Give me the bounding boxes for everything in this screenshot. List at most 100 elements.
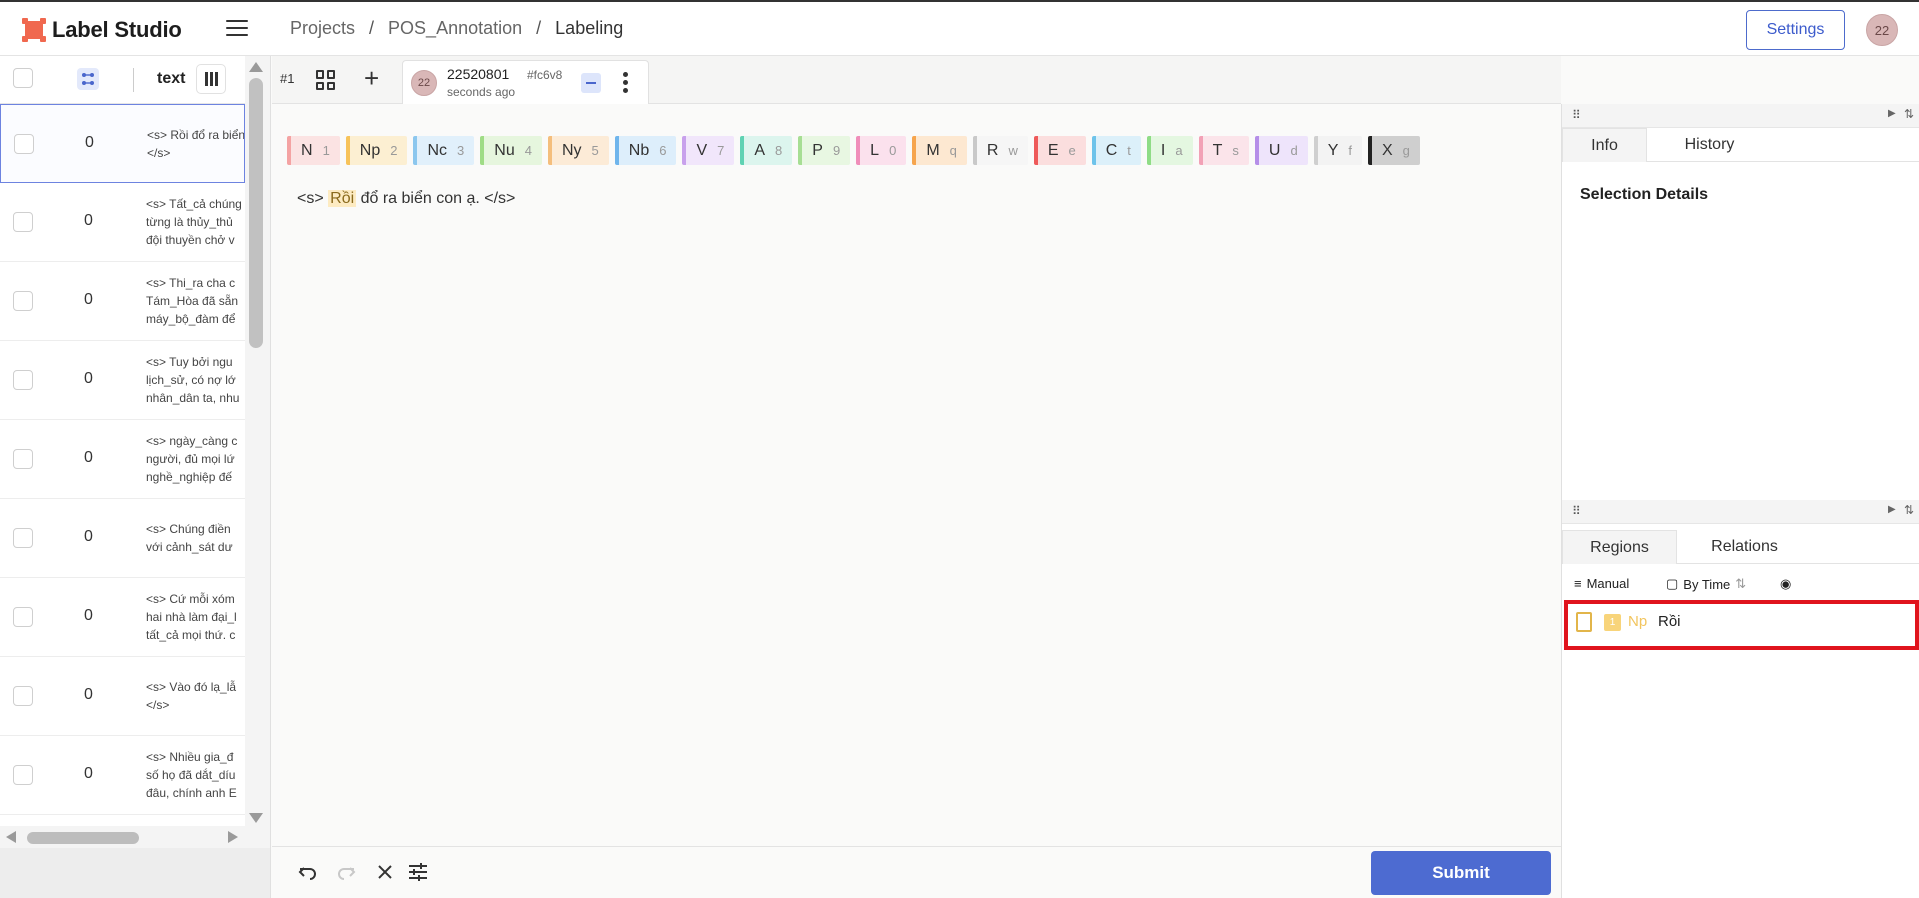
region-index: 1 xyxy=(1604,614,1621,631)
label-button-e[interactable]: Ee xyxy=(1033,136,1086,165)
user-avatar[interactable]: 22 xyxy=(1866,14,1898,46)
task-checkbox[interactable] xyxy=(13,528,33,548)
label-button-n[interactable]: N1 xyxy=(287,136,340,165)
drag-handle-icon[interactable]: ⠿ xyxy=(1572,504,1581,518)
task-list-header: text xyxy=(0,56,245,104)
task-annotation-count: 0 xyxy=(84,528,93,545)
tab-regions[interactable]: Regions xyxy=(1562,530,1677,564)
annotation-mode-icon[interactable] xyxy=(581,73,601,93)
label-studio-logo-icon xyxy=(22,18,46,42)
sort-by-time-button[interactable]: ▢ By Time ⇅ xyxy=(1666,576,1746,592)
right-sidebar: ⠿ ▶ ⇅ Info History Selection Details ⠿ ▶… xyxy=(1561,104,1919,898)
label-button-v[interactable]: V7 xyxy=(682,136,735,165)
select-all-checkbox[interactable] xyxy=(13,68,33,88)
regions-panel-handle[interactable]: ⠿ ▶ ⇅ xyxy=(1562,500,1919,524)
task-checkbox[interactable] xyxy=(14,134,34,154)
tab-info[interactable]: Info xyxy=(1562,128,1647,162)
label-hotkey: 1 xyxy=(322,143,330,158)
task-checkbox[interactable] xyxy=(13,212,33,232)
task-row[interactable]: 0 <s> Cứ mỗi xóm hai nhà làm đại_l tất_cả… xyxy=(0,578,245,657)
vertical-scrollbar[interactable] xyxy=(245,56,270,826)
submit-button[interactable]: Submit xyxy=(1371,851,1551,895)
label-button-a[interactable]: A8 xyxy=(740,136,793,165)
scroll-left-icon[interactable] xyxy=(6,831,16,843)
app-logo[interactable]: Label Studio xyxy=(22,17,182,43)
task-text: <s> Cứ mỗi xóm hai nhà làm đại_l tất_cả … xyxy=(146,592,237,642)
task-checkbox[interactable] xyxy=(13,765,33,785)
label-button-u[interactable]: Ud xyxy=(1254,136,1308,165)
label-name: I xyxy=(1160,141,1166,159)
highlighted-region[interactable]: Rồi xyxy=(328,190,357,207)
scroll-up-icon[interactable] xyxy=(249,62,263,72)
horizontal-scrollbar[interactable] xyxy=(0,826,270,848)
breadcrumb-projects[interactable]: Projects xyxy=(290,18,355,39)
task-checkbox[interactable] xyxy=(13,449,33,469)
task-row[interactable]: 0 <s> Vào đó lạ_lẫ </s> xyxy=(0,657,245,736)
label-button-m[interactable]: Mq xyxy=(912,136,967,165)
add-annotation-icon[interactable]: + xyxy=(364,65,379,91)
visibility-eye-icon[interactable]: ◉ xyxy=(1780,576,1791,592)
label-button-nc[interactable]: Nc 3 xyxy=(413,136,475,165)
label-button-r[interactable]: Rw xyxy=(972,136,1028,165)
collapse-panel-icon[interactable]: ▶ xyxy=(1888,108,1896,119)
tab-history[interactable]: History xyxy=(1647,128,1772,162)
label-button-y[interactable]: Yf xyxy=(1313,136,1362,165)
task-row[interactable]: 0 <s> Chúng điền với cảnh_sát dư xyxy=(0,499,245,578)
label-button-l[interactable]: L0 xyxy=(856,136,907,165)
scrollbar-thumb[interactable] xyxy=(249,78,263,348)
breadcrumb-project[interactable]: POS_Annotation xyxy=(388,18,522,39)
minimize-panel-icon[interactable]: ⇅ xyxy=(1904,503,1914,517)
minimize-panel-icon[interactable]: ⇅ xyxy=(1904,107,1914,121)
document-text[interactable]: <s> Rồi đổ ra biển con ạ. </s> xyxy=(297,190,515,208)
manual-order-button[interactable]: ≡ Manual xyxy=(1574,576,1629,591)
annotation-tab[interactable]: 22 22520801 #fc6v8 seconds ago xyxy=(402,60,649,105)
task-row[interactable]: 0 <s> Thi_ra cha c Tám_Hòa đã sẵn máy_bộ_… xyxy=(0,262,245,341)
task-checkbox[interactable] xyxy=(13,370,33,390)
task-row[interactable]: 0 <s> Tuy bởi ngu lịch_sử, có nợ lớ nhân_… xyxy=(0,341,245,420)
task-checkbox[interactable] xyxy=(13,607,33,627)
label-button-nb[interactable]: Nb 6 xyxy=(614,136,677,165)
column-grid-icon[interactable] xyxy=(77,68,99,90)
task-checkbox[interactable] xyxy=(13,686,33,706)
region-item[interactable]: 1 Np Rồi xyxy=(1564,600,1919,650)
redo-icon[interactable] xyxy=(334,861,358,885)
task-row[interactable]: 0 <s> ngày_càng c người, đủ mọi lứ nghề_n… xyxy=(0,420,245,499)
scroll-right-icon[interactable] xyxy=(228,831,238,843)
reset-icon[interactable] xyxy=(373,861,397,885)
scroll-down-icon[interactable] xyxy=(249,813,263,823)
label-button-p[interactable]: P9 xyxy=(798,136,851,165)
task-checkbox[interactable] xyxy=(13,291,33,311)
grid-view-icon[interactable] xyxy=(316,70,336,90)
task-row[interactable]: 0 <s> Tất_cả chúng từng là thủy_thủ đội t… xyxy=(0,183,245,262)
label-button-np[interactable]: Np 2 xyxy=(345,136,408,165)
label-toolbar: N 1 Np 2 Nc 3 Nu 4 Ny 5 Nb 6 V 7 A 8 P 9 L 0 Mq Rw Ee Ct Ia Ts Ud Y… xyxy=(287,136,1420,165)
region-label: Np xyxy=(1628,613,1648,630)
scrollbar-thumb[interactable] xyxy=(27,832,139,844)
tab-relations[interactable]: Relations xyxy=(1677,530,1812,564)
label-button-x[interactable]: Xg xyxy=(1367,136,1420,165)
task-annotation-count: 0 xyxy=(84,607,93,624)
label-name: E xyxy=(1047,141,1059,159)
label-button-ny[interactable]: Ny 5 xyxy=(547,136,609,165)
settings-button[interactable]: Settings xyxy=(1746,10,1845,50)
label-button-i[interactable]: Ia xyxy=(1146,136,1193,165)
label-button-t[interactable]: Ts xyxy=(1198,136,1249,165)
drag-handle-icon[interactable]: ⠿ xyxy=(1572,108,1581,122)
collapse-panel-icon[interactable]: ▶ xyxy=(1888,504,1896,515)
label-button-c[interactable]: Ct xyxy=(1091,136,1141,165)
info-panel-handle[interactable]: ⠿ ▶ ⇅ xyxy=(1562,104,1919,128)
task-row[interactable]: 0 <s> Nhiều gia_đ số họ đã dắt_díu đâu, c… xyxy=(0,736,245,815)
columns-toggle-icon[interactable] xyxy=(196,64,226,94)
label-button-nu[interactable]: Nu 4 xyxy=(480,136,542,165)
task-row[interactable]: 0 <s> Rồi đổ ra biển </s> xyxy=(0,104,245,183)
label-hotkey: 0 xyxy=(889,143,897,158)
more-options-icon[interactable] xyxy=(623,72,629,96)
undo-icon[interactable] xyxy=(296,861,320,885)
task-text: <s> Nhiều gia_đ số họ đã dắt_díu đâu, ch… xyxy=(146,750,237,800)
label-name: Y xyxy=(1327,141,1339,159)
selection-details-title: Selection Details xyxy=(1580,186,1709,203)
label-hotkey: 4 xyxy=(524,143,532,158)
hamburger-menu-icon[interactable] xyxy=(226,20,248,38)
settings-sliders-icon[interactable] xyxy=(406,861,430,885)
text-column-header[interactable]: text xyxy=(157,70,185,88)
